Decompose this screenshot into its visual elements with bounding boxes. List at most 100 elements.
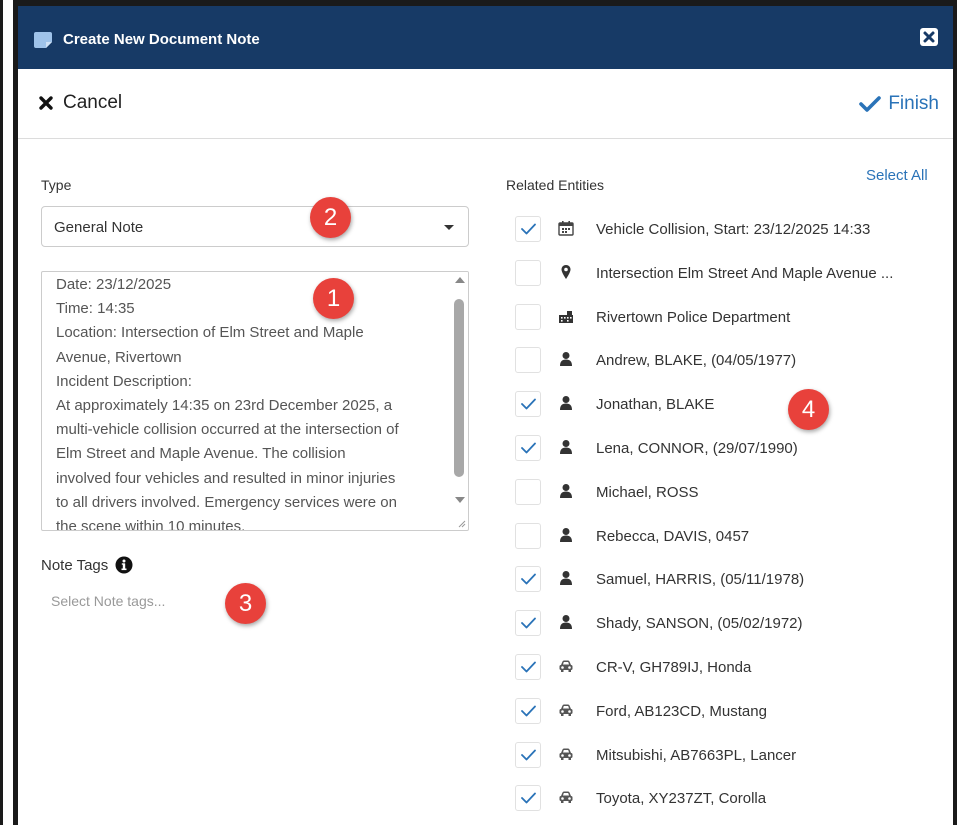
note-tags-label: Note Tags [41,556,109,574]
window-frame-right [953,0,957,825]
person-icon [560,352,572,367]
car-icon [559,660,573,672]
select-all-link[interactable]: Select All [866,167,928,184]
person-icon [560,527,572,542]
entity-checkbox-unchecked[interactable] [515,478,541,505]
entity-checkbox-checked[interactable] [515,697,541,724]
entity-checkbox-checked[interactable] [515,653,541,680]
related-entity-row[interactable]: Ford, AB123CD, Mustang [515,692,945,736]
caret-down-icon [444,225,454,230]
note-text-line: Location: Intersection of Elm Street and… [56,324,364,342]
note-text-area[interactable]: Date: 23/12/2025 Time: 14:35 Location: Int… [41,271,469,531]
related-entity-label: Toyota, XY237ZT, Corolla [596,790,767,808]
entity-checkbox-checked[interactable] [515,434,541,461]
entity-checkbox-unchecked[interactable] [515,347,541,374]
checkmark-icon [521,617,536,629]
note-text-line: the scene within 10 minutes. [56,518,246,531]
related-entity-label: Michael, ROSS [596,483,699,501]
person-icon [560,571,572,586]
related-entities-list: Vehicle Collision, Start: 23/12/2025 14:… [515,210,945,823]
checkmark-icon [521,792,536,804]
note-text-line: to all drivers involved. Emergency servi… [56,493,397,511]
type-select[interactable]: General Note [41,206,469,247]
note-tags-label-row: Note Tags [41,556,133,574]
cancel-label: Cancel [63,92,123,113]
note-text-line: involved four vehicles and resulted in m… [56,469,396,487]
related-entity-label: Vehicle Collision, Start: 23/12/2025 14:… [596,221,871,238]
checkmark-icon [859,96,882,112]
note-text-line: Date: 23/12/2025 [56,276,172,293]
related-entity-label: Intersection Elm Street And Maple Avenue… [596,264,894,282]
related-entity-label: Andrew, BLAKE, (04/05/1977) [596,352,797,370]
related-entity-label: Jonathan, BLAKE [596,396,715,414]
cancel-button[interactable]: Cancel [38,92,122,114]
related-entity-row[interactable]: Michael, ROSS [515,473,945,517]
related-entity-row[interactable]: Lena, CONNOR, (29/07/1990) [515,429,945,473]
note-text-line: At approximately 14:35 on 23rd December … [56,397,393,415]
note-text-line: Avenue, Rivertown [56,348,182,366]
entity-checkbox-checked[interactable] [515,216,541,242]
related-entity-row[interactable]: Rivertown Police Department [515,298,945,342]
location-pin-icon [561,264,571,279]
info-icon[interactable] [115,556,133,574]
related-entity-label: Lena, CONNOR, (29/07/1990) [596,439,798,457]
annotation-badge-2: 2 [310,197,351,238]
type-label: Type [41,177,72,193]
car-icon [559,748,573,760]
note-text-content: Date: 23/12/2025 Time: 14:35 Location: Int… [56,273,448,531]
person-icon [560,439,572,454]
entity-checkbox-checked[interactable] [515,610,541,637]
close-button[interactable] [920,28,938,46]
checkmark-icon [521,573,536,585]
related-entity-row[interactable]: Shady, SANSON, (05/02/1972) [515,604,945,648]
related-entity-row[interactable]: Rebecca, DAVIS, 0457 [515,517,945,561]
checkmark-icon [521,223,536,235]
related-entity-label: Rebecca, DAVIS, 0457 [596,527,750,545]
note-text-line: Elm Street and Maple Avenue. The collisi… [56,445,346,463]
finish-label: Finish [888,93,939,114]
car-icon [559,791,573,804]
entity-checkbox-unchecked[interactable] [515,259,541,286]
close-icon [39,96,53,110]
related-entity-row[interactable]: Samuel, HARRIS, (05/11/1978) [515,560,945,604]
scroll-up-arrow-icon[interactable] [455,277,465,283]
entity-checkbox-checked[interactable] [515,785,541,812]
checkmark-icon [521,661,536,673]
related-entity-row[interactable]: Jonathan, BLAKE [515,385,945,429]
checkmark-icon [521,442,536,454]
related-entity-label: Shady, SANSON, (05/02/1972) [596,615,803,633]
entity-checkbox-unchecked[interactable] [515,522,541,549]
note-text-line: Time: 14:35 [56,300,135,318]
related-entity-row[interactable]: Intersection Elm Street And Maple Avenue… [515,254,945,298]
related-entity-label: Rivertown Police Department [596,308,791,326]
related-entity-label: Ford, AB123CD, Mustang [596,702,767,720]
entity-checkbox-unchecked[interactable] [515,303,541,330]
resize-grip-icon[interactable] [456,518,466,528]
related-entity-row[interactable]: CR-V, GH789IJ, Honda [515,648,945,692]
checkmark-icon [521,749,536,760]
related-entity-label: Samuel, HARRIS, (05/11/1978) [596,571,805,589]
finish-button[interactable]: Finish [859,93,939,115]
scroll-thumb[interactable] [454,299,464,477]
related-entity-row[interactable]: Andrew, BLAKE, (04/05/1977) [515,341,945,385]
window-frame-left-edge [0,0,3,825]
related-entity-row[interactable]: Mitsubishi, AB7663PL, Lancer [515,736,945,780]
note-tags-input[interactable]: Select Note tags... [51,593,165,609]
car-icon [559,704,573,716]
type-select-value: General Note [54,219,144,236]
note-icon [34,32,52,48]
person-icon [560,483,572,498]
scroll-down-arrow-icon[interactable] [455,497,465,503]
building-icon [559,310,573,323]
dialog-toolbar: Cancel Finish [18,69,953,139]
textarea-scrollbar[interactable] [451,272,468,518]
entity-checkbox-checked[interactable] [515,566,541,593]
entity-checkbox-checked[interactable] [515,741,541,768]
related-entity-label: Mitsubishi, AB7663PL, Lancer [596,746,797,764]
related-entity-label: CR-V, GH789IJ, Honda [596,658,752,676]
create-note-dialog: Create New Document Note Cancel Finish T… [18,6,953,825]
note-text-line: Incident Description: [56,372,192,390]
related-entity-row[interactable]: Vehicle Collision, Start: 23/12/2025 14:… [515,210,945,254]
related-entity-row[interactable]: Toyota, XY237ZT, Corolla [515,779,945,823]
entity-checkbox-checked[interactable] [515,391,541,418]
